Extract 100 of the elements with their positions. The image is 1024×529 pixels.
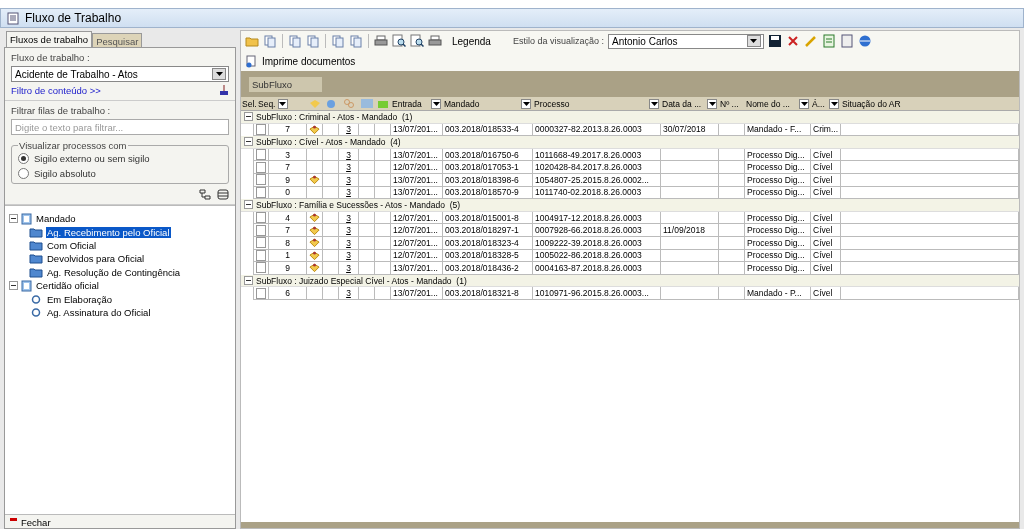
table-cell: Processo Dig... [745, 262, 811, 275]
caret-icon [215, 72, 223, 76]
table-cell [719, 161, 745, 174]
collapse-toggle[interactable] [9, 214, 18, 224]
collapse-toggle[interactable] [244, 276, 253, 285]
table-cell: 12/07/201... [391, 249, 443, 263]
magnifier-icon[interactable] [392, 34, 406, 48]
tree-icon[interactable] [199, 189, 211, 200]
count-link[interactable]: 3 [346, 162, 351, 173]
table-cell [375, 287, 391, 300]
table-cell [661, 148, 719, 162]
folder-icon[interactable] [245, 34, 259, 48]
tree-item[interactable]: Em Elaboração [46, 293, 113, 305]
count-link[interactable]: 3 [346, 174, 351, 185]
workflow-dropdown[interactable]: Acidente de Trabalho - Atos [11, 66, 229, 82]
tree-item[interactable]: Ag. Resolução de Contingência [46, 266, 182, 278]
tree-item[interactable]: Com Oficial [46, 239, 98, 251]
tree-item[interactable]: Certidão oficial [35, 280, 100, 292]
save-icon[interactable] [768, 34, 782, 48]
table-cell: Processo Dig... [745, 148, 811, 162]
document-icon[interactable] [349, 34, 363, 48]
collapse-toggle[interactable] [244, 200, 253, 210]
filter-input[interactable]: Digite o texto para filtrar... [11, 119, 229, 135]
document-icon[interactable] [840, 34, 854, 48]
magnifier-icon[interactable] [410, 34, 424, 48]
printer-icon[interactable] [374, 34, 388, 48]
circle-icon [326, 98, 336, 109]
count-link[interactable]: 3 [346, 149, 351, 160]
table-cell [661, 236, 719, 250]
table-cell: Cível [811, 211, 841, 225]
table-cell [719, 249, 745, 263]
collapse-toggle[interactable] [244, 137, 253, 147]
table-cell [661, 287, 719, 300]
count-link[interactable]: 3 [346, 237, 351, 248]
group-title: SubFluxo : Família e Sucessões - Atos - Mandado (5) [256, 199, 461, 210]
column-header[interactable]: Seq. [257, 98, 307, 109]
table-cell: 8 [269, 236, 307, 250]
count-link[interactable]: 3 [346, 124, 351, 135]
list-icon[interactable] [217, 189, 229, 200]
clipboard-icon [21, 279, 32, 292]
table-cell [375, 148, 391, 162]
column-header[interactable]: Entrada [391, 98, 443, 109]
column-header[interactable]: Processo [533, 98, 661, 109]
content-filter-link[interactable]: Filtro de conteúdo >> [11, 85, 101, 96]
tree-item[interactable]: Ag. Assinatura do Oficial [46, 306, 152, 318]
count-link[interactable]: 3 [346, 187, 351, 198]
window-title: Fluxo de Trabalho [25, 11, 122, 25]
table-cell: 4 [269, 211, 307, 225]
table-cell [661, 161, 719, 174]
style-dropdown[interactable]: Antonio Carlos [608, 33, 764, 49]
table-cell [719, 211, 745, 225]
table-cell: 0004163-87.2018.8.26.0003 [533, 262, 661, 275]
pages-icon[interactable] [306, 34, 320, 48]
column-header[interactable]: Nº ... [719, 98, 745, 109]
table-cell: Cível [811, 287, 841, 300]
table-cell: Mandado - P... [745, 287, 811, 300]
column-header[interactable]: Mandado [443, 98, 533, 109]
column-header[interactable]: Á... [811, 98, 841, 109]
field-label: Filtrar filas de trabalho : [11, 105, 112, 116]
print-button[interactable]: Imprime documentos [262, 55, 356, 67]
spreadsheet-icon[interactable] [822, 34, 836, 48]
delete-icon[interactable] [786, 34, 800, 48]
table-cell: Processo Dig... [745, 173, 811, 187]
documents-icon[interactable] [263, 34, 277, 48]
globe-icon[interactable] [858, 34, 872, 48]
legend-button[interactable]: Legenda [452, 35, 491, 47]
radio-button[interactable] [18, 168, 29, 179]
tree-item[interactable]: Mandado [35, 213, 77, 225]
table-cell [719, 262, 745, 275]
collapse-toggle[interactable] [244, 112, 253, 122]
tree-item[interactable]: Ag. Recebimento pelo Oficial [46, 226, 171, 238]
column-header[interactable]: Data da ... [661, 98, 719, 109]
panel-tab[interactable]: Fluxos de trabalho [6, 31, 93, 47]
column-header[interactable]: Situação do AR [841, 98, 1019, 109]
count-link[interactable]: 3 [346, 225, 351, 236]
table-cell [375, 236, 391, 250]
column-header[interactable]: Nome do ... [745, 98, 811, 109]
count-link[interactable]: 3 [346, 212, 351, 223]
pencil-icon[interactable] [804, 34, 818, 48]
table-cell: 1005022-86.2018.8.26.0003 [533, 249, 661, 263]
folder-icon [29, 226, 43, 238]
table-cell [661, 249, 719, 263]
panel-tab[interactable]: Pesquisar [92, 33, 143, 47]
table-cell: 13/07/201... [391, 262, 443, 275]
caret-icon [830, 101, 838, 106]
collapse-toggle[interactable] [9, 281, 18, 291]
radio-button[interactable] [18, 153, 29, 164]
count-link[interactable]: 3 [346, 262, 351, 273]
tree-item[interactable]: Devolvidos para Oficial [46, 253, 146, 265]
document-icon[interactable] [331, 34, 345, 48]
printer-icon[interactable] [428, 34, 442, 48]
column-header[interactable]: Sel. [241, 98, 257, 109]
caret-icon [279, 101, 286, 106]
table-cell [661, 173, 719, 187]
count-link[interactable]: 3 [346, 288, 351, 299]
copy-icon[interactable] [288, 34, 302, 48]
group-chip[interactable]: SubFluxo [249, 76, 323, 92]
close-button[interactable]: Fechar [21, 517, 51, 528]
table-cell: 13/07/201... [391, 148, 443, 162]
count-link[interactable]: 3 [346, 250, 351, 261]
